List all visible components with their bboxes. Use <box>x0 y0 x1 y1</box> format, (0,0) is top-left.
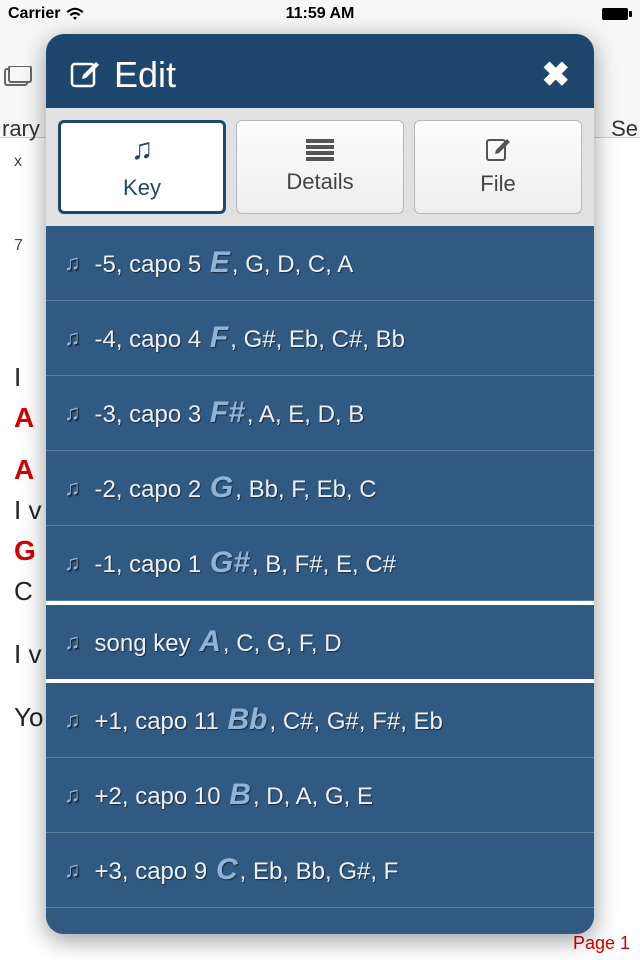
library-icon <box>4 66 32 90</box>
key-rest: , C, G, F, D <box>223 630 342 657</box>
key-prefix: +3, capo 9 <box>95 858 214 885</box>
music-note-icon: ♫ <box>64 250 81 276</box>
tab-file[interactable]: File <box>414 120 582 214</box>
key-prefix: -2, capo 2 <box>95 476 208 503</box>
key-item[interactable]: ♫ -4, capo 4 F, G#, Eb, C#, Bb <box>46 301 594 376</box>
close-button[interactable]: ✖ <box>542 55 571 95</box>
key-item[interactable]: ♫ -3, capo 3 F#, A, E, D, B <box>46 376 594 451</box>
modal-header: Edit ✖ <box>46 34 594 108</box>
edit-modal: Edit ✖ ♫ Key Details File ♫ -5, capo 5 E,… <box>46 34 594 934</box>
tab-details[interactable]: Details <box>236 120 404 214</box>
key-item-text: +3, capo 9 C, Eb, Bb, G#, F <box>95 853 399 887</box>
key-item[interactable]: ♫ -1, capo 1 G#, B, F#, E, C# <box>46 526 594 601</box>
key-rest: , B, F#, E, C# <box>252 551 396 578</box>
music-note-icon: ♫ <box>64 325 81 351</box>
key-rest: , G#, Eb, C#, Bb <box>230 326 405 353</box>
key-root: A <box>199 625 221 658</box>
key-rest: , Eb, Bb, G#, F <box>240 858 399 885</box>
key-root: C <box>216 853 238 886</box>
tab-label: Key <box>123 175 161 201</box>
music-note-icon: ♫ <box>64 857 81 883</box>
key-prefix: -3, capo 3 <box>95 401 208 428</box>
wifi-icon <box>66 7 84 21</box>
tab-key[interactable]: ♫ Key <box>58 120 226 214</box>
key-root: F# <box>210 396 245 429</box>
music-note-icon: ♫ <box>64 550 81 576</box>
key-root: G# <box>210 546 250 579</box>
key-item-text: +1, capo 11 Bb, C#, G#, F#, Eb <box>95 703 443 737</box>
music-note-icon: ♫ <box>64 400 81 426</box>
page-number: Page 1 <box>573 933 630 954</box>
key-rest: , Bb, F, Eb, C <box>235 476 376 503</box>
key-prefix: +1, capo 11 <box>95 708 226 735</box>
key-item-text: -2, capo 2 G, Bb, F, Eb, C <box>95 471 377 505</box>
key-root: F <box>210 321 228 354</box>
key-item[interactable]: ♫ +3, capo 9 C, Eb, Bb, G#, F <box>46 833 594 908</box>
key-item-text: -1, capo 1 G#, B, F#, E, C# <box>95 546 396 580</box>
key-prefix: song key <box>95 630 198 657</box>
key-root: Bb <box>228 703 268 736</box>
key-prefix: -4, capo 4 <box>95 326 208 353</box>
tab-bar: ♫ Key Details File <box>46 108 594 226</box>
music-note-icon: ♫ <box>131 133 154 167</box>
edit-icon <box>70 60 100 90</box>
key-item[interactable]: ♫ -2, capo 2 G, Bb, F, Eb, C <box>46 451 594 526</box>
key-root: B <box>229 778 251 811</box>
file-edit-icon <box>485 137 511 163</box>
music-note-icon: ♫ <box>64 629 81 655</box>
tab-label: Details <box>286 169 353 195</box>
music-note-icon: ♫ <box>64 475 81 501</box>
key-rest: , C#, G#, F#, Eb <box>270 708 443 735</box>
status-bar: Carrier 11:59 AM <box>0 0 640 28</box>
list-icon <box>306 139 334 161</box>
tab-label: File <box>480 171 515 197</box>
background-song-content: x 7 I A A I v G C I v Yo <box>14 150 43 737</box>
key-item-text: song key A, C, G, F, D <box>95 625 342 659</box>
key-rest: , D, A, G, E <box>253 783 373 810</box>
key-item[interactable]: ♫ -5, capo 5 E, G, D, C, A <box>46 226 594 301</box>
key-item[interactable]: ♫ +2, capo 10 B, D, A, G, E <box>46 758 594 833</box>
music-note-icon: ♫ <box>64 707 81 733</box>
key-prefix: -5, capo 5 <box>95 251 208 278</box>
key-item-text: -3, capo 3 F#, A, E, D, B <box>95 396 365 430</box>
battery-icon <box>602 7 632 21</box>
key-item-text: -5, capo 5 E, G, D, C, A <box>95 246 354 280</box>
music-note-icon: ♫ <box>64 782 81 808</box>
key-root: G <box>210 471 233 504</box>
status-time: 11:59 AM <box>0 5 640 23</box>
key-item-text: -4, capo 4 F, G#, Eb, C#, Bb <box>95 321 405 355</box>
key-rest: , G, D, C, A <box>232 251 353 278</box>
key-rest: , A, E, D, B <box>247 401 364 428</box>
key-list[interactable]: ♫-5, capo 5 E, G, D, C, A♫-4, capo 4 F, … <box>46 226 594 934</box>
bg-left-fragment: rary <box>2 116 40 142</box>
carrier-label: Carrier <box>8 5 60 23</box>
key-prefix: +2, capo 10 <box>95 783 228 810</box>
key-item[interactable]: ♫ +1, capo 11 Bb, C#, G#, F#, Eb <box>46 683 594 758</box>
key-item[interactable]: ♫ song key A, C, G, F, D <box>46 601 594 683</box>
modal-title: Edit <box>114 54 176 96</box>
key-item-text: +2, capo 10 B, D, A, G, E <box>95 778 374 812</box>
key-prefix: -1, capo 1 <box>95 551 208 578</box>
key-root: E <box>210 246 230 279</box>
bg-right-fragment: Se <box>611 116 638 142</box>
